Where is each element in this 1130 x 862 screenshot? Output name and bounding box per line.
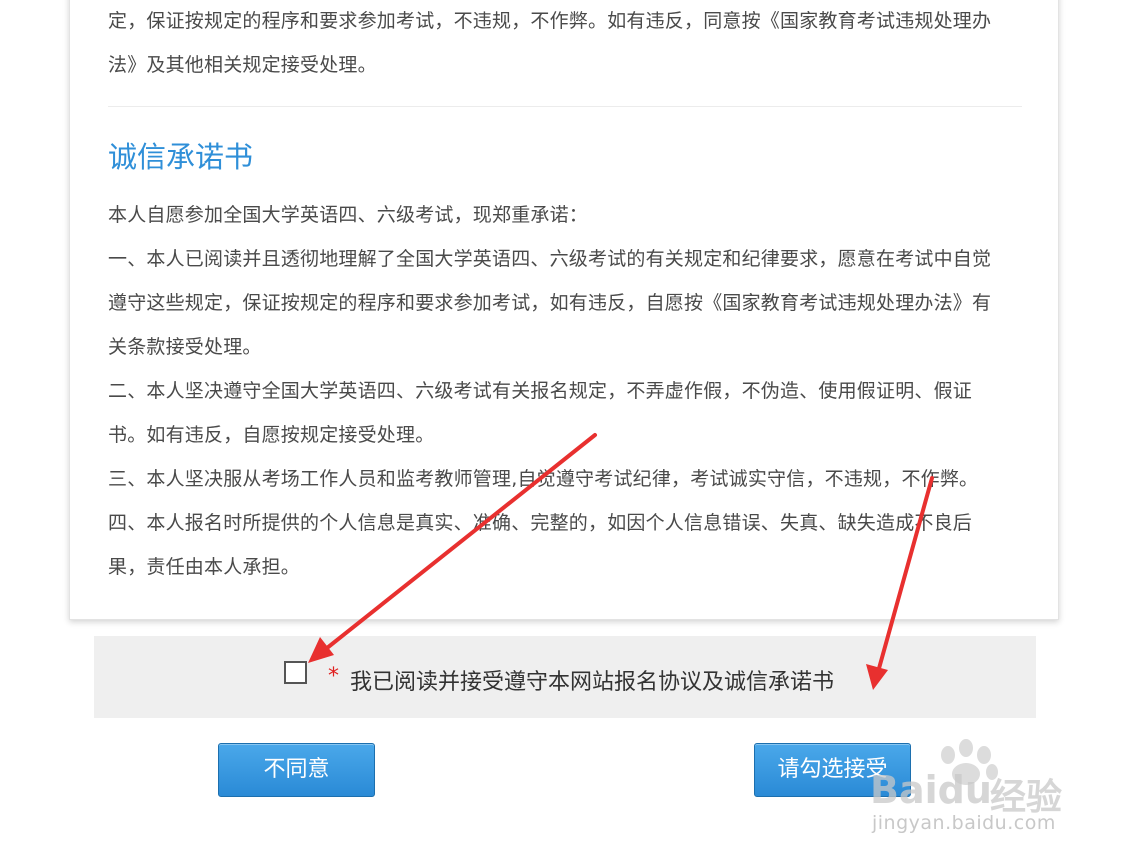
watermark-url: jingyan.baidu.com xyxy=(872,812,1056,834)
required-mark: * xyxy=(328,664,339,689)
pledge-text-line: 本人自愿参加全国大学英语四、六级考试，现郑重承诺： xyxy=(108,204,589,226)
pledge-text-line: 四、本人报名时所提供的个人信息是真实、准确、完整的，如因个人信息错误、失真、缺失… xyxy=(108,512,973,534)
watermark-brand: Baidu xyxy=(870,768,992,812)
disagree-button[interactable]: 不同意 xyxy=(218,743,375,797)
agreement-text-line: 法》及其他相关规定接受处理。 xyxy=(108,54,377,76)
pledge-text-line: 一、本人已阅读并且透彻地理解了全国大学英语四、六级考试的有关规定和纪律要求，愿意… xyxy=(108,248,992,270)
pledge-text-line: 三、本人坚决服从考场工作人员和监考教师管理,自觉遵守考试纪律，考试诚实守信，不违… xyxy=(108,468,979,490)
agree-checkbox-label[interactable]: 我已阅读并接受遵守本网站报名协议及诚信承诺书 xyxy=(350,664,834,696)
agreement-text-line: 定，保证按规定的程序和要求参加考试，不违规，不作弊。如有违反，同意按《国家教育考… xyxy=(108,10,992,32)
pledge-text-line: 遵守这些规定，保证按规定的程序和要求参加考试，如有违反，自愿按《国家教育考试违规… xyxy=(108,292,992,314)
pledge-text-line: 二、本人坚决遵守全国大学英语四、六级考试有关报名规定，不弄虚作假，不伪造、使用假… xyxy=(108,380,973,402)
pledge-text-line: 果，责任由本人承担。 xyxy=(108,556,301,578)
pledge-text-line: 书。如有违反，自愿按规定接受处理。 xyxy=(108,424,435,446)
agree-checkbox[interactable] xyxy=(284,661,307,684)
pledge-text-line: 关条款接受处理。 xyxy=(108,336,262,358)
section-divider xyxy=(108,106,1022,107)
pledge-title: 诚信承诺书 xyxy=(108,140,254,174)
